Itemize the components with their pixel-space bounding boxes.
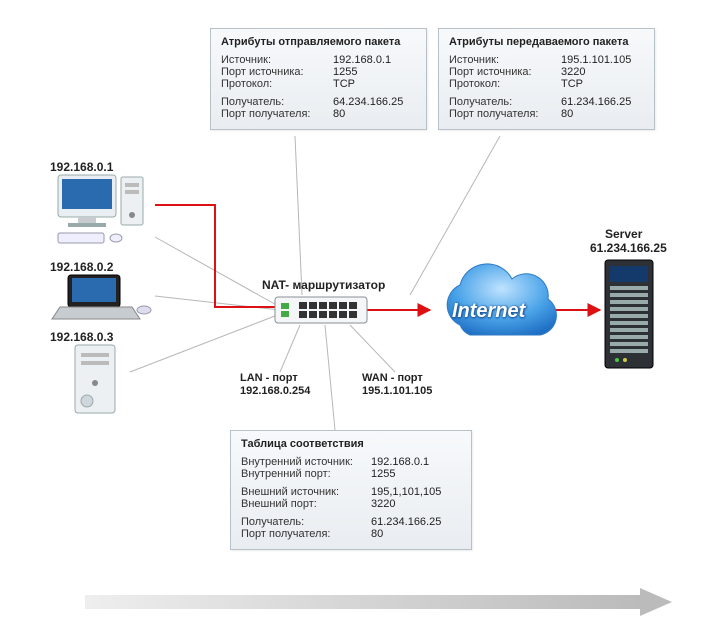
tr-dst-val: 61.234.166.25 bbox=[561, 96, 631, 108]
server-label-2: 61.234.166.25 bbox=[590, 241, 667, 255]
pc3-icon bbox=[75, 345, 115, 413]
nt-dport-lbl: Порт получателя: bbox=[241, 528, 371, 540]
nt-iport-val: 1255 bbox=[371, 468, 395, 480]
pc1-icon bbox=[58, 175, 143, 243]
pc2-label: 192.168.0.2 bbox=[50, 260, 113, 274]
wan-port-label-1: WAN - порт bbox=[362, 372, 423, 384]
server-label-1: Server bbox=[605, 227, 642, 241]
translated-packet-title: Атрибуты передаваемого пакета bbox=[449, 36, 644, 48]
out-src-lbl: Источник: bbox=[221, 54, 333, 66]
outgoing-packet-box: Атрибуты отправляемого пакета Источник:1… bbox=[210, 28, 427, 130]
outgoing-packet-title: Атрибуты отправляемого пакета bbox=[221, 36, 416, 48]
tr-src-lbl: Источник: bbox=[449, 54, 561, 66]
out-sport-val: 1255 bbox=[333, 66, 357, 78]
out-dport-lbl: Порт получателя: bbox=[221, 108, 333, 120]
tr-proto-val: TCP bbox=[561, 78, 583, 90]
wan-port-label-2: 195.1.101.105 bbox=[362, 385, 432, 397]
tr-proto-lbl: Протокол: bbox=[449, 78, 561, 90]
out-dport-val: 80 bbox=[333, 108, 345, 120]
translated-packet-box: Атрибуты передаваемого пакета Источник:1… bbox=[438, 28, 655, 130]
pc1-label: 192.168.0.1 bbox=[50, 160, 113, 174]
nt-eport-lbl: Внешний порт: bbox=[241, 498, 371, 510]
out-proto-lbl: Протокол: bbox=[221, 78, 333, 90]
nat-label: NAT- маршрутизатор bbox=[262, 278, 385, 292]
nt-dst-lbl: Получатель: bbox=[241, 516, 371, 528]
internet-label: Internet bbox=[452, 300, 525, 323]
nt-esrc-val: 195,1,101,105 bbox=[371, 486, 441, 498]
nt-dst-val: 61.234.166.25 bbox=[371, 516, 441, 528]
tr-dst-lbl: Получатель: bbox=[449, 96, 561, 108]
nat-router-icon bbox=[275, 297, 367, 323]
nt-iport-lbl: Внутренний порт: bbox=[241, 468, 371, 480]
lan-port-label-2: 192.168.0.254 bbox=[240, 385, 310, 397]
out-dst-lbl: Получатель: bbox=[221, 96, 333, 108]
lan-port-label-1: LAN - порт bbox=[240, 372, 298, 384]
pc2-icon bbox=[52, 275, 151, 319]
nat-table-title: Таблица соответствия bbox=[241, 438, 461, 450]
nt-eport-val: 3220 bbox=[371, 498, 395, 510]
tr-sport-lbl: Порт источника: bbox=[449, 66, 561, 78]
server-icon bbox=[605, 260, 653, 368]
nt-esrc-lbl: Внешний источник: bbox=[241, 486, 371, 498]
tr-src-val: 195.1.101.105 bbox=[561, 54, 631, 66]
tr-dport-lbl: Порт получателя: bbox=[449, 108, 561, 120]
pc3-label: 192.168.0.3 bbox=[50, 330, 113, 344]
out-dst-val: 64.234.166.25 bbox=[333, 96, 403, 108]
nt-isrc-val: 192.168.0.1 bbox=[371, 456, 429, 468]
out-src-val: 192.168.0.1 bbox=[333, 54, 391, 66]
flow-arrow bbox=[85, 588, 672, 616]
tr-sport-val: 3220 bbox=[561, 66, 585, 78]
out-sport-lbl: Порт источника: bbox=[221, 66, 333, 78]
nt-isrc-lbl: Внутренний источник: bbox=[241, 456, 371, 468]
nt-dport-val: 80 bbox=[371, 528, 383, 540]
nat-table-box: Таблица соответствия Внутренний источник… bbox=[230, 430, 472, 550]
out-proto-val: TCP bbox=[333, 78, 355, 90]
tr-dport-val: 80 bbox=[561, 108, 573, 120]
